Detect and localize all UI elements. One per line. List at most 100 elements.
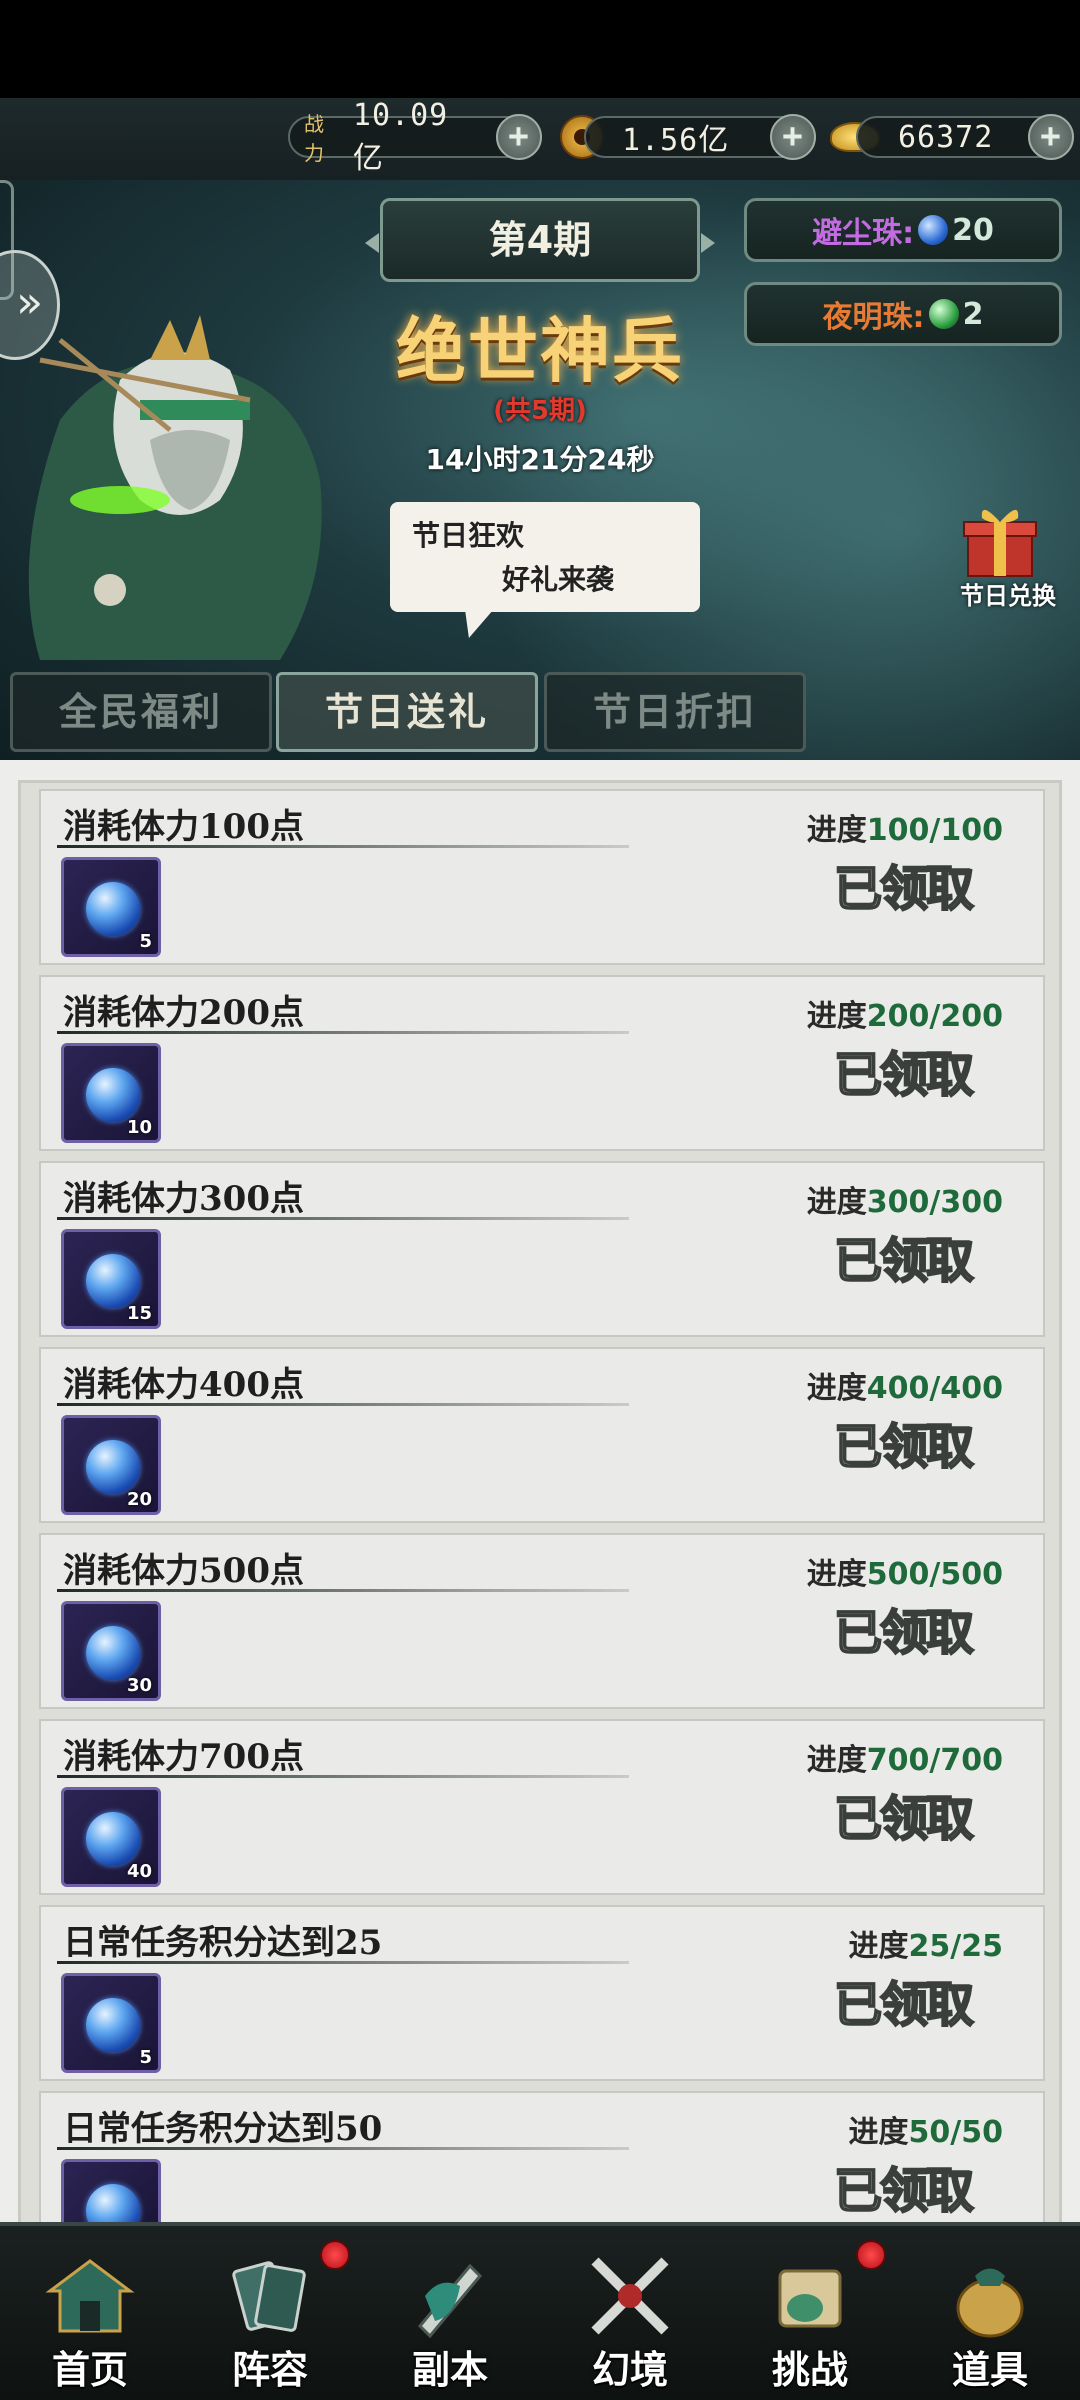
claimed-stamp: 已领取 bbox=[833, 1232, 975, 1290]
event-banner: » 第4期 避尘珠: 20 夜明珠: 2 绝世神兵 (共5期) 14小时21分2… bbox=[0, 180, 1080, 760]
task-progress: 进度400/400 bbox=[807, 1363, 1003, 1407]
progress-label: 进度 bbox=[806, 1743, 867, 1778]
pearl2-name: 夜明珠: bbox=[822, 300, 925, 335]
progress-value: 400/400 bbox=[866, 1371, 1003, 1406]
progress-value: 100/100 bbox=[866, 813, 1003, 848]
bottom-nav: 首页 阵容 副本 幻境 挑战 道具 bbox=[0, 2222, 1080, 2400]
coin-value: 1.56亿 bbox=[622, 123, 730, 158]
items-icon bbox=[956, 2268, 1024, 2338]
progress-label: 进度 bbox=[806, 1371, 867, 1406]
reward-quantity: 20 bbox=[126, 1489, 152, 1510]
pearl1-counter: 避尘珠: 20 bbox=[744, 198, 1062, 262]
claimed-stamp: 已领取 bbox=[833, 2162, 975, 2220]
illusion-icon bbox=[591, 2257, 669, 2335]
nav-items[interactable]: 道具 bbox=[900, 2226, 1080, 2400]
task-progress: 进度500/500 bbox=[807, 1549, 1003, 1593]
task-list[interactable]: 消耗体力100点 5 进度100/100 已领取 消耗体力200点 10 进度2… bbox=[18, 780, 1062, 2238]
tab-festival-discount[interactable]: 节日折扣 bbox=[544, 672, 806, 752]
divider bbox=[57, 1775, 629, 1778]
blue-pearl-icon bbox=[86, 1626, 140, 1680]
claimed-stamp: 已领取 bbox=[833, 1976, 975, 2034]
gift-box-icon[interactable] bbox=[960, 500, 1040, 580]
reward-slot[interactable]: 5 bbox=[61, 857, 161, 957]
blue-pearl-icon bbox=[86, 1068, 140, 1122]
blue-pearl-icon bbox=[86, 1998, 140, 2052]
reward-quantity: 40 bbox=[126, 1861, 152, 1882]
divider bbox=[57, 1031, 629, 1034]
tab-festival-gift[interactable]: 节日送礼 bbox=[276, 672, 538, 752]
nav-challenge[interactable]: 挑战 bbox=[720, 2226, 900, 2400]
reward-slot[interactable]: 40 bbox=[61, 1787, 161, 1887]
reward-slot[interactable]: 20 bbox=[61, 1415, 161, 1515]
ingot-resource: 66372 + bbox=[830, 112, 1074, 162]
challenge-badge bbox=[856, 2240, 886, 2270]
task-progress: 进度25/25 bbox=[849, 1921, 1003, 1965]
tab-welfare[interactable]: 全民福利 bbox=[10, 672, 272, 752]
task-name: 消耗体力400点 bbox=[63, 1365, 304, 1405]
reward-slot[interactable] bbox=[61, 2159, 161, 2238]
blue-pearl-icon bbox=[86, 882, 140, 936]
home-icon bbox=[45, 2259, 135, 2333]
progress-label: 进度 bbox=[806, 813, 867, 848]
blue-pearl-icon bbox=[86, 1812, 140, 1866]
divider bbox=[57, 1961, 629, 1964]
nav-home[interactable]: 首页 bbox=[0, 2226, 180, 2400]
claimed-stamp: 已领取 bbox=[833, 860, 975, 918]
nav-illusion[interactable]: 幻境 bbox=[540, 2226, 720, 2400]
reward-quantity: 30 bbox=[126, 1675, 152, 1696]
divider bbox=[57, 845, 629, 848]
period-label: 第4期 bbox=[365, 198, 715, 282]
progress-value: 700/700 bbox=[866, 1743, 1003, 1778]
speech-line2: 好礼来袭 bbox=[502, 563, 615, 596]
power-resource: 战力 10.09亿 + bbox=[288, 98, 542, 176]
list-item: 日常任务积分达到50 进度50/50 已领取 bbox=[39, 2091, 1045, 2238]
divider bbox=[57, 1589, 629, 1592]
reward-slot[interactable]: 5 bbox=[61, 1973, 161, 2073]
pearl1-count: 20 bbox=[952, 212, 994, 248]
gift-exchange-label[interactable]: 节日兑换 bbox=[960, 576, 1056, 611]
reward-quantity: 5 bbox=[139, 2047, 152, 2068]
add-coin-button[interactable]: + bbox=[770, 114, 816, 160]
nav-items-label: 道具 bbox=[951, 2347, 1028, 2392]
progress-label: 进度 bbox=[848, 1929, 909, 1964]
list-item: 消耗体力100点 5 进度100/100 已领取 bbox=[39, 789, 1045, 965]
event-subtitle: (共5期) bbox=[493, 396, 587, 426]
list-item: 消耗体力200点 10 进度200/200 已领取 bbox=[39, 975, 1045, 1151]
task-progress: 进度200/200 bbox=[807, 991, 1003, 1035]
claimed-stamp: 已领取 bbox=[833, 1790, 975, 1848]
reward-slot[interactable]: 10 bbox=[61, 1043, 161, 1143]
nav-challenge-label: 挑战 bbox=[771, 2347, 848, 2392]
pearl2-count: 2 bbox=[962, 296, 984, 332]
task-progress: 进度700/700 bbox=[807, 1735, 1003, 1779]
task-progress: 进度100/100 bbox=[807, 805, 1003, 849]
reward-slot[interactable]: 30 bbox=[61, 1601, 161, 1701]
nav-lineup[interactable]: 阵容 bbox=[180, 2226, 360, 2400]
progress-value: 200/200 bbox=[866, 999, 1003, 1034]
reward-slot[interactable]: 15 bbox=[61, 1229, 161, 1329]
status-bar bbox=[0, 0, 1080, 98]
list-item: 日常任务积分达到25 5 进度25/25 已领取 bbox=[39, 1905, 1045, 2081]
challenge-icon bbox=[778, 2269, 842, 2328]
dungeon-icon bbox=[417, 2263, 483, 2339]
power-label: 战力 bbox=[304, 112, 325, 165]
task-name: 日常任务积分达到50 bbox=[63, 2109, 383, 2149]
nav-dungeon[interactable]: 副本 bbox=[360, 2226, 540, 2400]
task-name: 消耗体力700点 bbox=[63, 1737, 304, 1777]
list-item: 消耗体力400点 20 进度400/400 已领取 bbox=[39, 1347, 1045, 1523]
progress-label: 进度 bbox=[806, 1557, 867, 1592]
pearl2-counter: 夜明珠: 2 bbox=[744, 282, 1062, 346]
divider bbox=[57, 1403, 629, 1406]
add-ingot-button[interactable]: + bbox=[1028, 114, 1074, 160]
resource-bar: 战力 10.09亿 + 1.56亿 + 66372 + bbox=[0, 98, 1080, 180]
green-pearl-icon bbox=[928, 299, 959, 329]
claimed-stamp: 已领取 bbox=[833, 1604, 975, 1662]
pearl1-name: 避尘珠: bbox=[812, 216, 915, 251]
reward-quantity: 5 bbox=[139, 931, 152, 952]
divider bbox=[57, 1217, 629, 1220]
task-name: 消耗体力500点 bbox=[63, 1551, 304, 1591]
ingot-value: 66372 bbox=[898, 119, 994, 155]
coin-resource: 1.56亿 + bbox=[560, 112, 816, 162]
add-power-button[interactable]: + bbox=[496, 114, 542, 160]
event-title: 绝世神兵 bbox=[396, 309, 684, 392]
divider bbox=[57, 2147, 629, 2150]
